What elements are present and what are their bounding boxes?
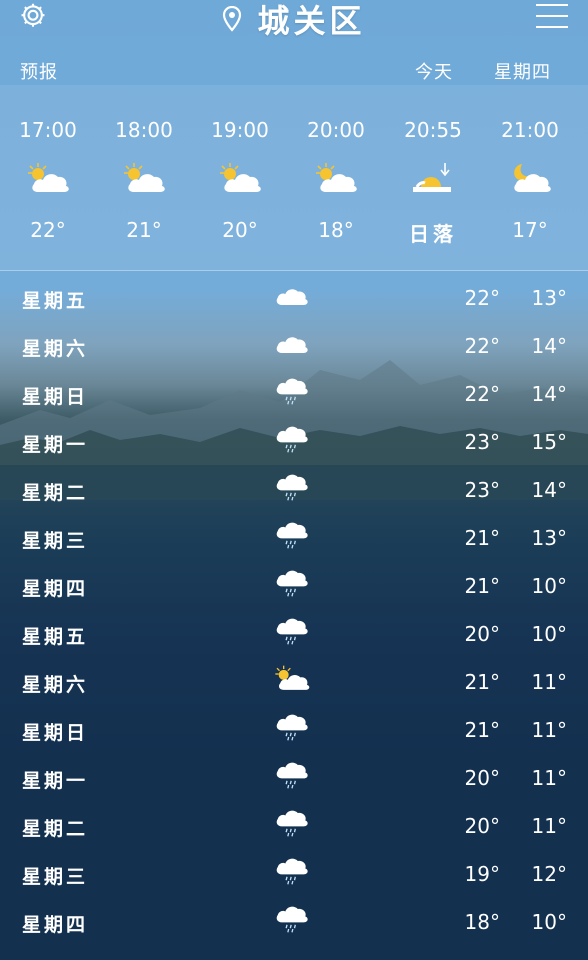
today-weekday: 星期四 <box>494 62 551 83</box>
day-label: 星期四 <box>22 578 89 600</box>
day-label: 星期一 <box>22 770 89 792</box>
low-temp: 10° <box>531 622 567 646</box>
location-title[interactable]: 城关区 <box>0 0 588 42</box>
day-label: 星期一 <box>22 434 89 456</box>
high-temp: 20° <box>464 622 500 646</box>
daily-row[interactable]: 星期五 22° 13° <box>0 274 588 322</box>
low-temp: 15° <box>531 430 567 454</box>
sunset-icon <box>409 161 457 197</box>
low-temp: 14° <box>531 382 567 406</box>
low-temp: 13° <box>531 286 567 310</box>
day-label: 星期日 <box>22 386 89 408</box>
hour-temp: 17° <box>512 218 548 242</box>
low-temp: 13° <box>531 526 567 550</box>
low-temp: 14° <box>531 478 567 502</box>
hour-temp: 22° <box>30 218 66 242</box>
city-name: 城关区 <box>257 2 366 40</box>
daily-row[interactable]: 星期一 20° 11° <box>0 754 588 802</box>
daily-row[interactable]: 星期三 19° 12° <box>0 850 588 898</box>
daily-row[interactable]: 星期日 21° 11° <box>0 706 588 754</box>
daily-forecast-list: 星期五 22° 13° 星期六 22° 14° 星期日 22° 14° 星期一 23° 15° 星期二 2… <box>0 274 588 946</box>
high-temp: 18° <box>464 910 500 934</box>
day-label: 星期三 <box>22 866 89 888</box>
top-bar: 城关区 <box>0 0 588 40</box>
forecast-label: 预报 <box>20 62 58 83</box>
low-temp: 14° <box>531 334 567 358</box>
daily-row[interactable]: 星期六 22° 14° <box>0 322 588 370</box>
cloud-icon <box>272 328 312 364</box>
low-temp: 10° <box>531 574 567 598</box>
low-temp: 11° <box>531 814 567 838</box>
rain-icon <box>272 904 312 940</box>
hour-time: 20:00 <box>307 118 365 142</box>
low-temp: 10° <box>531 910 567 934</box>
hour-temp: 21° <box>126 218 162 242</box>
high-temp: 22° <box>464 286 500 310</box>
high-temp: 22° <box>464 334 500 358</box>
day-label: 星期六 <box>22 338 89 360</box>
daily-row[interactable]: 星期二 20° 11° <box>0 802 588 850</box>
daily-row[interactable]: 星期六 21° 11° <box>0 658 588 706</box>
partly-cloudy-icon <box>272 664 312 700</box>
hour-time: 20:55 <box>404 118 462 142</box>
low-temp: 11° <box>531 670 567 694</box>
hour-temp: 20° <box>222 218 258 242</box>
moon-cloud-icon <box>506 161 554 197</box>
partly-cloudy-icon <box>24 161 72 197</box>
rain-icon <box>272 616 312 652</box>
day-label: 星期二 <box>22 482 89 504</box>
high-temp: 21° <box>464 670 500 694</box>
rain-icon <box>272 424 312 460</box>
hour-temp: 18° <box>318 218 354 242</box>
daily-row[interactable]: 星期三 21° 13° <box>0 514 588 562</box>
hour-time: 17:00 <box>19 118 77 142</box>
daily-row[interactable]: 星期日 22° 14° <box>0 370 588 418</box>
hour-time: 18:00 <box>115 118 173 142</box>
high-temp: 21° <box>464 718 500 742</box>
day-label: 星期三 <box>22 530 89 552</box>
high-temp: 21° <box>464 574 500 598</box>
day-label: 星期四 <box>22 914 89 936</box>
high-temp: 20° <box>464 814 500 838</box>
daily-row[interactable]: 星期二 23° 14° <box>0 466 588 514</box>
daily-row[interactable]: 星期五 20° 10° <box>0 610 588 658</box>
hour-time: 21:00 <box>501 118 559 142</box>
high-temp: 21° <box>464 526 500 550</box>
day-label: 星期五 <box>22 290 89 312</box>
rain-icon <box>272 376 312 412</box>
high-temp: 23° <box>464 478 500 502</box>
menu-icon[interactable] <box>536 4 568 28</box>
day-label: 星期六 <box>22 674 89 696</box>
high-temp: 22° <box>464 382 500 406</box>
daily-row[interactable]: 星期四 21° 10° <box>0 562 588 610</box>
hour-temp: 日落 <box>409 222 457 246</box>
high-temp: 20° <box>464 766 500 790</box>
daily-row[interactable]: 星期四 18° 10° <box>0 898 588 946</box>
rain-icon <box>272 712 312 748</box>
low-temp: 11° <box>531 718 567 742</box>
rain-icon <box>272 568 312 604</box>
low-temp: 11° <box>531 766 567 790</box>
partly-cloudy-icon <box>216 161 264 197</box>
low-temp: 12° <box>531 862 567 886</box>
rain-icon <box>272 520 312 556</box>
partly-cloudy-icon <box>120 161 168 197</box>
daily-row[interactable]: 星期一 23° 15° <box>0 418 588 466</box>
day-label: 星期五 <box>22 626 89 648</box>
day-label: 星期二 <box>22 818 89 840</box>
today-label: 今天 <box>415 62 453 83</box>
high-temp: 19° <box>464 862 500 886</box>
hour-time: 19:00 <box>211 118 269 142</box>
rain-icon <box>272 808 312 844</box>
cloud-icon <box>272 280 312 316</box>
high-temp: 23° <box>464 430 500 454</box>
hourly-forecast[interactable]: 17:00 22° 18:00 21° 19:00 20° 20:00 18° 20:55 日落 2… <box>0 85 588 271</box>
rain-icon <box>272 472 312 508</box>
location-pin-icon <box>223 6 242 32</box>
rain-icon <box>272 856 312 892</box>
partly-cloudy-icon <box>312 161 360 197</box>
rain-icon <box>272 760 312 796</box>
day-label: 星期日 <box>22 722 89 744</box>
